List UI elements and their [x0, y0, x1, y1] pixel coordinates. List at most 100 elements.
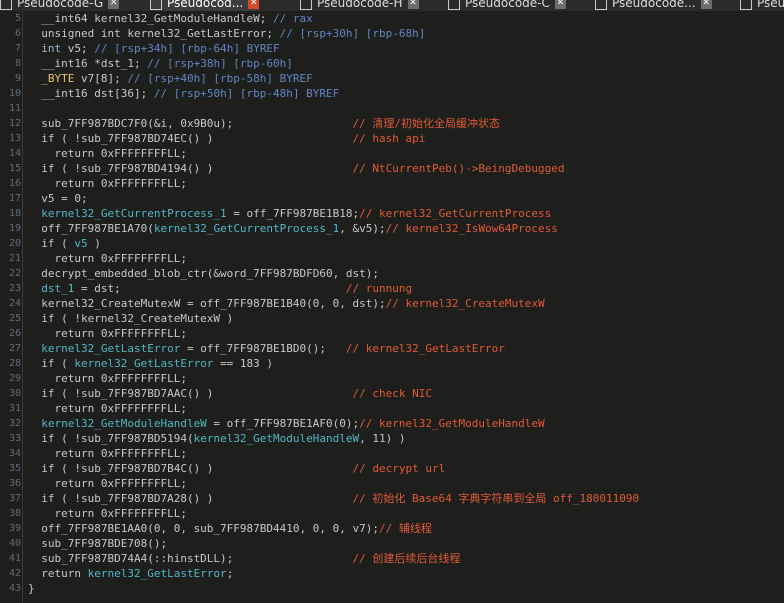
code-token: } [28, 582, 35, 595]
tab-pseudocode-1[interactable]: Pseudocod... ✕ [150, 0, 260, 11]
code-line[interactable]: if ( !sub_7FF987BD7A28() ) // 初始化 Base64… [28, 491, 639, 506]
line-number: 37 [8, 493, 21, 504]
tab-pseudocode-3[interactable]: Pseudocode-C ✕ [448, 0, 566, 11]
line-number: 11 [8, 103, 21, 114]
document-icon [150, 0, 162, 10]
code-line[interactable]: _BYTE v7[8]; // [rsp+40h] [rbp-58h] BYRE… [28, 71, 313, 86]
code-line[interactable]: return 0xFFFFFFFFLL; [28, 326, 186, 341]
code-line[interactable]: __int16 dst[36]; // [rsp+50h] [rbp-48h] … [28, 86, 339, 101]
code-token: return 0xFFFFFFFFLL; [28, 507, 187, 520]
code-line[interactable]: return 0xFFFFFFFFLL; [28, 251, 186, 266]
code-token: // kernel32_GetLastError [345, 342, 505, 355]
document-icon [448, 0, 460, 10]
code-token: __int64 kernel32_GetModuleHandleW; [28, 12, 274, 25]
code-token: if ( [28, 357, 75, 370]
code-token: __int16 *dst_1; [28, 57, 148, 70]
code-token: off_7FF987BE1AA0(0, 0, sub_7FF987BD4410,… [28, 522, 379, 535]
code-line[interactable]: return 0xFFFFFFFFLL; [28, 506, 187, 521]
code-line[interactable]: v5 = 0; [28, 191, 87, 206]
code-line[interactable]: __int64 kernel32_GetModuleHandleW; // ra… [28, 11, 313, 26]
tab-pseudocode-5[interactable]: Pseu [740, 0, 784, 11]
code-token: kernel32_GetModuleHandleW [193, 432, 360, 445]
code-line[interactable]: if ( !sub_7FF987BD4194() ) // NtCurrentP… [28, 161, 564, 176]
pseudocode-view[interactable]: 5 __int64 kernel32_GetModuleHandleW; // … [0, 11, 784, 603]
line-number: 18 [8, 208, 21, 219]
code-line[interactable]: kernel32_GetModuleHandleW = off_7FF987BE… [28, 416, 544, 431]
code-line[interactable]: decrypt_embedded_blob_ctr(&word_7FF987BD… [28, 266, 379, 281]
code-token: if ( !sub_7FF987BD7B4C() ) [28, 462, 353, 475]
code-line[interactable]: return 0xFFFFFFFFLL; [28, 401, 187, 416]
code-token: sub_7FF987BDC7F0(&i, 0x9B0u); [28, 117, 353, 130]
code-token: // kernel32_CreateMutexW [385, 297, 545, 310]
close-tab-icon[interactable]: ✕ [108, 0, 120, 9]
close-tab-icon[interactable]: ✕ [407, 0, 419, 9]
code-line[interactable]: return kernel32_GetLastError; [28, 566, 233, 581]
gutter-divider [22, 11, 23, 603]
line-number: 31 [8, 403, 21, 414]
code-line[interactable]: __int16 *dst_1; // [rsp+38h] [rbp-60h] [28, 56, 293, 71]
code-line[interactable]: return 0xFFFFFFFFLL; [28, 176, 187, 191]
code-line[interactable]: return 0xFFFFFFFFLL; [28, 476, 186, 491]
code-token: return 0xFFFFFFFFLL; [28, 147, 187, 160]
code-line[interactable]: sub_7FF987BD74A4(::hinstDLL); // 创建后续后台线… [28, 551, 460, 566]
code-line[interactable]: off_7FF987BE1AA0(0, 0, sub_7FF987BD4410,… [28, 521, 432, 536]
code-token: unsigned int kernel32_GetLastError; [28, 27, 280, 40]
code-line[interactable]: kernel32_CreateMutexW = off_7FF987BE1B40… [28, 296, 545, 311]
code-token: // check NIC [352, 387, 432, 400]
line-number: 8 [14, 58, 21, 69]
code-token: , 11) ) [359, 432, 406, 445]
code-line[interactable]: return 0xFFFFFFFFLL; [28, 446, 186, 461]
code-line[interactable]: dst_1 = dst; // runnung [28, 281, 412, 296]
code-line[interactable]: sub_7FF987BDE708(); [28, 536, 167, 551]
line-number: 43 [8, 583, 21, 594]
code-line[interactable]: return 0xFFFFFFFFLL; [28, 371, 187, 386]
line-number: 15 [8, 163, 21, 174]
code-line[interactable]: if ( v5 ) [28, 236, 101, 251]
code-token: return 0xFFFFFFFFLL; [28, 402, 187, 415]
code-line[interactable]: if ( !sub_7FF987BD7B4C() ) // decrypt ur… [28, 461, 445, 476]
line-number: 14 [8, 148, 21, 159]
code-token: return 0xFFFFFFFFLL; [28, 372, 187, 385]
tab-pseudocode-4[interactable]: Pseudocode... ✕ [595, 0, 712, 11]
line-number: 30 [8, 388, 21, 399]
line-number: 19 [8, 223, 21, 234]
code-token: ); [365, 267, 380, 280]
code-line[interactable]: return 0xFFFFFFFFLL; [28, 146, 187, 161]
code-token: kernel32_GetModuleHandleW [28, 417, 207, 430]
tab-bar: Pseudocode-G ✕ Pseudocod... ✕ Pseudocode-H ✕ P… [0, 0, 784, 11]
code-line[interactable]: int v5; // [rsp+34h] [rbp-64h] BYREF [28, 41, 279, 56]
code-line[interactable]: if ( !sub_7FF987BD5194(kernel32_GetModul… [28, 431, 406, 446]
line-number: 40 [8, 538, 21, 549]
code-line[interactable]: if ( !sub_7FF987BD74EC() ) // hash api [28, 131, 425, 146]
code-line[interactable]: if ( !kernel32_CreateMutexW ) [28, 311, 233, 326]
code-token: if ( !sub_7FF987BD7A28() ) [28, 492, 353, 505]
code-line[interactable]: } [28, 581, 35, 596]
code-line[interactable]: kernel32_GetLastError = off_7FF987BE1BD0… [28, 341, 505, 356]
tab-pseudocode-2[interactable]: Pseudocode-H ✕ [300, 0, 419, 11]
code-token: decrypt_embedded_blob_ctr(&word_7FF987BD… [28, 267, 346, 280]
tab-label: Pseudocode-C [465, 0, 550, 10]
close-tab-icon[interactable]: ✕ [700, 0, 712, 9]
code-line[interactable]: unsigned int kernel32_GetLastError; // [… [28, 26, 425, 41]
tab-pseudocode-0[interactable]: Pseudocode-G ✕ [0, 0, 120, 11]
line-number: 36 [8, 478, 21, 489]
tab-label: Pseudocod... [167, 0, 244, 10]
close-tab-icon[interactable]: ✕ [554, 0, 566, 9]
code-token: return 0xFFFFFFFFLL; [28, 177, 187, 190]
close-tab-icon[interactable]: ✕ [248, 0, 260, 9]
code-token: v5 [74, 237, 88, 250]
code-token: // kernel32_IsWow64Process [385, 222, 558, 235]
line-number: 39 [8, 523, 21, 534]
code-line[interactable]: off_7FF987BE1A70(kernel32_GetCurrentProc… [28, 221, 558, 236]
line-number: 13 [8, 133, 21, 144]
code-token: // [rsp+38h] [rbp-60h] [147, 57, 293, 70]
line-number: 28 [8, 358, 21, 369]
line-number: 20 [8, 238, 21, 249]
code-token: v5; [61, 42, 95, 55]
code-line[interactable]: sub_7FF987BDC7F0(&i, 0x9B0u); // 清理/初始化全… [28, 116, 500, 131]
code-line[interactable]: kernel32_GetCurrentProcess_1 = off_7FF98… [28, 206, 551, 221]
tab-label: Pseudocode-G [17, 0, 104, 10]
code-token: off_7FF987BE1A70( [28, 222, 154, 235]
code-line[interactable]: if ( kernel32_GetLastError == 183 ) [28, 356, 273, 371]
code-line[interactable]: if ( !sub_7FF987BD7AAC() ) // check NIC [28, 386, 432, 401]
